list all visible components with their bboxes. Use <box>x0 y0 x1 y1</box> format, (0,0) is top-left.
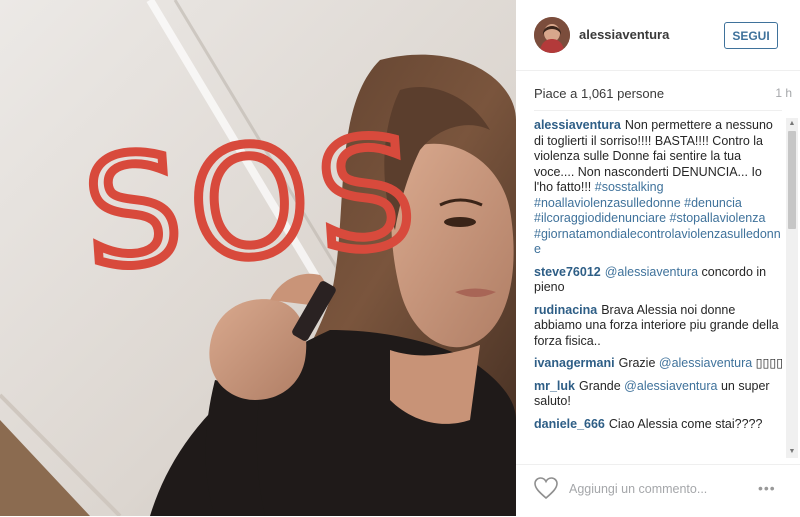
post-photo: SOS <box>0 0 516 516</box>
comment-text: ▯▯▯▯ <box>752 356 784 370</box>
post-header: alessiaventura SEGUI <box>516 0 800 71</box>
hashtag-link[interactable]: #ilcoraggiodidenunciare <box>534 211 666 225</box>
post-footer: ••• <box>516 464 800 517</box>
hashtag-link[interactable]: #noallaviolenzasulledonne <box>534 196 681 210</box>
hashtag-link[interactable]: #denuncia <box>684 196 742 210</box>
divider <box>534 110 782 111</box>
likes-row: Piace a 1,061 persone 1 h <box>534 86 792 101</box>
comment-text: Ciao Alessia come stai???? <box>608 416 763 431</box>
comment-item: mr_luk Grande @alessiaventura un super sa… <box>534 379 784 410</box>
comment-author[interactable]: rudinacina <box>534 303 597 317</box>
hashtag-link[interactable]: #stopallaviolenza <box>670 211 766 225</box>
avatar[interactable] <box>534 17 570 53</box>
hashtag-link[interactable]: #sosstalking <box>595 180 664 194</box>
photo-illustration: SOS <box>0 0 516 516</box>
hashtag-link[interactable]: #giornatamondialecontrolaviolenzasulledo… <box>534 227 781 257</box>
mention-link[interactable]: @alessiaventura <box>659 356 752 370</box>
mention-link[interactable]: @alessiaventura <box>605 265 698 279</box>
scroll-up-arrow-icon[interactable]: ▲ <box>786 118 798 130</box>
comment-input[interactable] <box>567 479 751 499</box>
comment-item: alessiaventura Non permettere a nessuno d… <box>534 118 784 258</box>
post-timestamp[interactable]: 1 h <box>775 86 792 100</box>
comment-item: rudinacina Brava Alessia noi donne abbiam… <box>534 303 784 350</box>
username-link[interactable]: alessiaventura <box>579 27 669 42</box>
comment-author[interactable]: daniele_666 <box>534 417 605 431</box>
comment-author[interactable]: ivanagermani <box>534 356 615 370</box>
more-options-icon[interactable]: ••• <box>758 479 782 497</box>
scrollbar-thumb[interactable] <box>788 131 796 229</box>
comment-text: Grande <box>579 378 625 393</box>
comment-text: Grazie <box>618 356 659 370</box>
post-sidebar: alessiaventura SEGUI Piace a 1,061 perso… <box>516 0 800 516</box>
sos-scrawl: SOS <box>80 105 430 302</box>
scroll-down-arrow-icon[interactable]: ▼ <box>786 446 798 458</box>
likes-count[interactable]: Piace a 1,061 persone <box>534 86 664 101</box>
comment-author[interactable]: steve76012 <box>534 265 601 279</box>
follow-button[interactable]: SEGUI <box>724 22 778 49</box>
comment-item: daniele_666 Ciao Alessia come stai???? <box>534 417 784 433</box>
mention-link[interactable]: @alessiaventura <box>624 379 717 393</box>
comment-author[interactable]: mr_luk <box>534 379 575 393</box>
comment-item: steve76012 @alessiaventura concordo in pi… <box>534 265 784 296</box>
comment-author[interactable]: alessiaventura <box>534 118 621 132</box>
comments-list[interactable]: alessiaventura Non permettere a nessuno d… <box>534 118 784 458</box>
like-heart-icon[interactable] <box>533 476 559 500</box>
comments-scrollbar[interactable]: ▲ ▼ <box>786 118 798 458</box>
comment-item: ivanagermani Grazie @alessiaventura ▯▯▯▯ <box>534 356 784 372</box>
